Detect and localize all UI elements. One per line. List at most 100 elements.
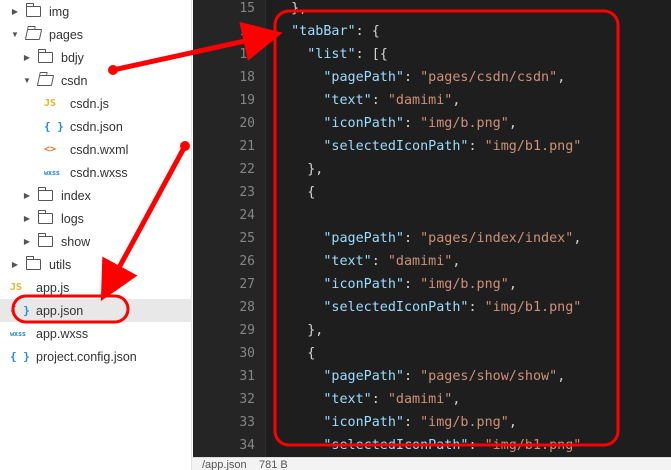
code-line[interactable]: "selectedIconPath": "img/b1.png"	[275, 296, 581, 319]
json-punctuation: :	[468, 438, 485, 453]
file-explorer: ▶ img ▼ pages ▶ bdjy ▼ csdn JS csdn.js { } csdn.jso…	[0, 0, 192, 470]
wxml-file-icon: <>	[44, 144, 57, 155]
status-bar: /app.json 781 B	[192, 457, 671, 470]
code-line[interactable]: "list": [{	[275, 43, 388, 66]
gutter-divider	[265, 0, 266, 457]
tree-item-label: pages	[49, 27, 84, 42]
json-string: "img/b.png"	[420, 277, 509, 292]
json-string: "pages/show/show"	[420, 369, 558, 384]
json-key: "selectedIconPath"	[323, 300, 469, 315]
line-number: 21	[239, 139, 255, 154]
json-punctuation	[275, 369, 323, 384]
json-punctuation	[275, 139, 323, 154]
tree-item-app-wxss[interactable]: wxss app.wxss	[0, 322, 192, 345]
json-punctuation: ,	[508, 415, 517, 430]
code-line[interactable]: "iconPath": "img/b.png",	[275, 112, 517, 135]
line-number: 30	[239, 346, 255, 361]
tree-item-project-config-json[interactable]: { } project.config.json	[0, 345, 192, 368]
wxss-file-icon: wxss	[10, 329, 26, 338]
line-number: 17	[239, 47, 255, 62]
tree-item-csdn[interactable]: ▼ csdn	[0, 69, 192, 92]
json-key: "text"	[323, 254, 372, 269]
code-line[interactable]: "tabBar": {	[275, 20, 380, 43]
json-string: "pages/index/index"	[420, 231, 574, 246]
json-punctuation	[275, 254, 323, 269]
tree-item-label: show	[61, 234, 91, 249]
line-number: 32	[239, 392, 255, 407]
chevron-right-icon[interactable]: ▶	[22, 191, 32, 201]
code-line[interactable]: },	[275, 158, 323, 181]
code-line[interactable]: "text": "damimi",	[275, 388, 460, 411]
chevron-right-icon[interactable]: ▶	[22, 214, 32, 224]
json-string: "img/b1.png"	[484, 300, 582, 315]
chevron-right-icon[interactable]: ▶	[10, 260, 20, 270]
tree-item-label: csdn.wxml	[70, 142, 129, 157]
line-number: 31	[239, 369, 255, 384]
tree-item-csdn-json[interactable]: { } csdn.json	[0, 115, 192, 138]
tree-item-label: img	[49, 4, 70, 19]
tree-item-logs[interactable]: ▶ logs	[0, 207, 192, 230]
json-punctuation: :	[404, 70, 421, 85]
code-line[interactable]: "pagePath": "pages/show/show",	[275, 365, 565, 388]
status-file-size: 781 B	[259, 459, 288, 470]
json-punctuation: : [{	[355, 47, 388, 62]
json-punctuation: },	[275, 323, 324, 338]
tree-item-csdn-js[interactable]: JS csdn.js	[0, 92, 192, 115]
json-punctuation: ,	[557, 369, 566, 384]
json-string: "img/b1.png"	[484, 139, 582, 154]
code-line[interactable]: "selectedIconPath": "img/b1.png"	[275, 434, 581, 457]
code-line[interactable]: {	[275, 342, 315, 365]
line-number: 34	[239, 438, 255, 453]
code-line[interactable]: "pagePath": "pages/csdn/csdn",	[275, 66, 565, 89]
code-line[interactable]: "pagePath": "pages/index/index",	[275, 227, 581, 250]
json-file-icon: { }	[44, 120, 64, 133]
json-punctuation: : {	[355, 24, 380, 39]
json-punctuation: :	[371, 254, 388, 269]
code-line[interactable]: },	[275, 0, 307, 20]
folder-icon	[37, 49, 53, 63]
tree-item-img[interactable]: ▶ img	[0, 0, 192, 23]
tree-item-app-json[interactable]: { } app.json	[0, 299, 192, 322]
line-number: 18	[239, 70, 255, 85]
json-punctuation	[275, 93, 323, 108]
chevron-down-icon[interactable]: ▼	[22, 76, 32, 86]
chevron-right-icon[interactable]: ▶	[22, 237, 32, 247]
json-punctuation	[275, 231, 323, 246]
tree-item-utils[interactable]: ▶ utils	[0, 253, 192, 276]
json-string: "damimi"	[387, 93, 453, 108]
code-line[interactable]: "selectedIconPath": "img/b1.png"	[275, 135, 581, 158]
json-punctuation: :	[468, 300, 485, 315]
chevron-right-icon[interactable]: ▶	[10, 7, 20, 17]
code-line[interactable]: "iconPath": "img/b.png",	[275, 411, 517, 434]
chevron-right-icon[interactable]: ▶	[22, 53, 32, 63]
code-editor[interactable]: 15 16 17 18 19 20 21 22 23 24 25 26 27 28 29 30 31 32 33 34…	[193, 0, 671, 457]
tree-item-pages[interactable]: ▼ pages	[0, 23, 192, 46]
tree-item-index[interactable]: ▶ index	[0, 184, 192, 207]
folder-icon	[25, 3, 41, 17]
chevron-down-icon[interactable]: ▼	[10, 30, 20, 40]
code-line[interactable]: },	[275, 319, 323, 342]
json-key: "text"	[323, 392, 372, 407]
tree-item-app-js[interactable]: JS app.js	[0, 276, 192, 299]
code-line[interactable]: "text": "damimi",	[275, 89, 460, 112]
tree-item-label: csdn.js	[70, 96, 109, 111]
tree-item-show[interactable]: ▶ show	[0, 230, 192, 253]
json-file-icon: { }	[10, 350, 30, 363]
line-number: 28	[239, 300, 255, 315]
tree-item-csdn-wxss[interactable]: wxss csdn.wxss	[0, 161, 192, 184]
code-line[interactable]: "text": "damimi",	[275, 250, 460, 273]
json-punctuation: :	[404, 116, 421, 131]
json-punctuation	[275, 438, 323, 453]
tree-item-csdn-wxml[interactable]: <> csdn.wxml	[0, 138, 192, 161]
tree-item-label: bdjy	[61, 50, 84, 65]
code-line[interactable]: {	[275, 181, 315, 204]
line-number: 27	[239, 277, 255, 292]
json-file-icon: { }	[10, 304, 30, 317]
json-punctuation: :	[371, 93, 388, 108]
json-string: "img/b.png"	[420, 415, 509, 430]
tree-item-bdjy[interactable]: ▶ bdjy	[0, 46, 192, 69]
line-number: 26	[239, 254, 255, 269]
json-punctuation: },	[275, 1, 308, 16]
json-punctuation	[275, 415, 323, 430]
code-line[interactable]: "iconPath": "img/b.png",	[275, 273, 517, 296]
